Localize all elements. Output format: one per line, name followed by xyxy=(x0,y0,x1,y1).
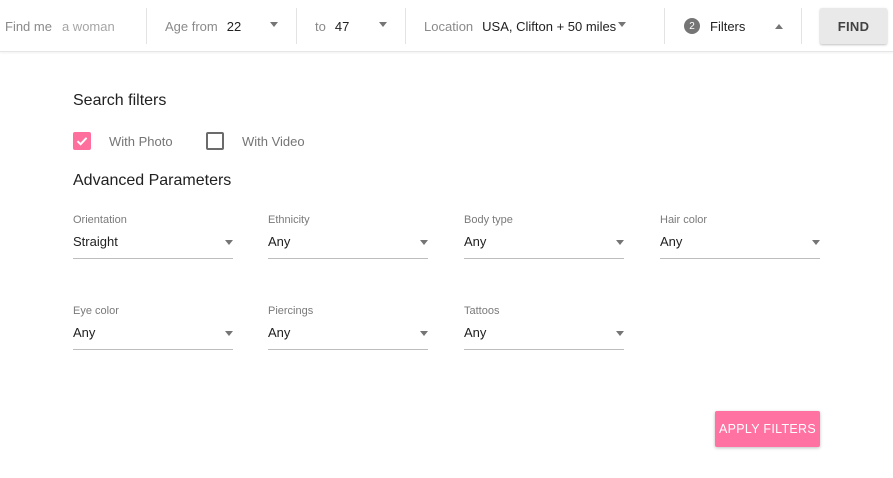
with-video-checkbox[interactable]: With Video xyxy=(206,132,305,150)
apply-filters-button[interactable]: APPLY FILTERS xyxy=(715,411,820,447)
age-from-label: Age from xyxy=(165,18,218,34)
filters-toggle[interactable]: 2 Filters xyxy=(684,0,786,52)
chevron-down-icon xyxy=(618,22,626,27)
divider xyxy=(296,8,297,44)
field-underline xyxy=(268,258,428,259)
age-to-value: 47 xyxy=(334,18,350,34)
divider xyxy=(801,8,802,44)
divider xyxy=(664,8,665,44)
chevron-down-icon xyxy=(420,240,428,245)
field-value: Any xyxy=(73,325,96,340)
field-label: Piercings xyxy=(268,305,314,317)
chevron-down-icon xyxy=(812,240,820,245)
with-photo-checkbox[interactable]: With Photo xyxy=(73,132,173,150)
field-underline xyxy=(464,349,624,350)
with-video-label: With Video xyxy=(242,133,305,149)
field-value: Any xyxy=(660,234,683,249)
field-label: Body type xyxy=(464,214,513,226)
field-underline xyxy=(464,258,624,259)
field-label: Orientation xyxy=(73,214,127,226)
search-filters-title: Search filters xyxy=(73,92,167,109)
chevron-down-icon xyxy=(616,240,624,245)
field-label: Ethnicity xyxy=(268,214,310,226)
chevron-down-icon xyxy=(225,240,233,245)
field-value: Any xyxy=(464,325,487,340)
age-to-select[interactable]: to 47 xyxy=(315,0,393,52)
search-bar: Find me a woman Age from 22 to 47 Locati… xyxy=(0,0,893,52)
location-value: USA, Clifton + 50 miles xyxy=(482,18,617,34)
chevron-up-icon xyxy=(775,24,783,29)
divider xyxy=(146,8,147,44)
field-value: Any xyxy=(268,325,291,340)
checkmark-icon xyxy=(76,137,88,146)
find-me-label: Find me xyxy=(5,18,52,34)
field-label: Tattoos xyxy=(464,305,500,317)
chevron-down-icon xyxy=(616,331,624,336)
divider xyxy=(405,8,406,44)
field-value: Straight xyxy=(73,234,118,249)
chevron-down-icon xyxy=(379,22,387,27)
checkbox-checked-icon xyxy=(73,132,91,150)
age-from-select[interactable]: Age from 22 xyxy=(165,0,283,52)
find-me-select[interactable]: Find me a woman xyxy=(5,0,115,52)
location-label: Location xyxy=(424,18,474,34)
chevron-down-icon xyxy=(420,331,428,336)
field-underline xyxy=(268,349,428,350)
location-select[interactable]: Location USA, Clifton + 50 miles xyxy=(424,0,630,52)
field-label: Eye color xyxy=(73,305,119,317)
find-me-value: a woman xyxy=(61,18,115,34)
find-button[interactable]: FIND xyxy=(820,8,887,44)
field-label: Hair color xyxy=(660,214,708,226)
field-underline xyxy=(73,349,233,350)
field-underline xyxy=(73,258,233,259)
checkbox-unchecked-icon xyxy=(206,132,224,150)
age-to-label: to xyxy=(315,18,326,34)
filters-label: Filters xyxy=(710,18,746,34)
field-value: Any xyxy=(268,234,291,249)
with-photo-label: With Photo xyxy=(109,133,173,149)
field-underline xyxy=(660,258,820,259)
advanced-parameters-title: Advanced Parameters xyxy=(73,172,232,189)
age-from-value: 22 xyxy=(226,18,242,34)
chevron-down-icon xyxy=(225,331,233,336)
field-value: Any xyxy=(464,234,487,249)
chevron-down-icon xyxy=(270,22,278,27)
filters-count-badge: 2 xyxy=(684,18,700,34)
